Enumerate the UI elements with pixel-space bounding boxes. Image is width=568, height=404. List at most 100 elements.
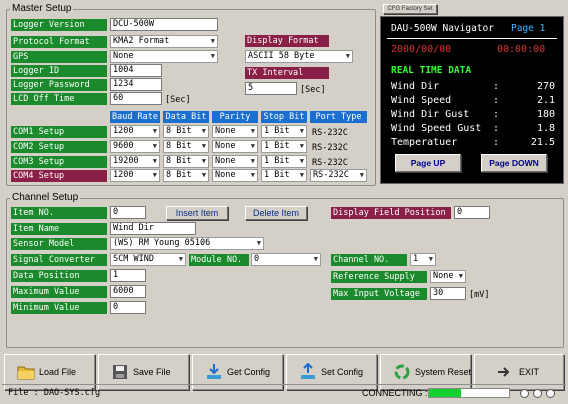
signal-converter-select[interactable]: SCM WIND ▼ (110, 253, 186, 266)
chevron-down-icon: ▼ (152, 157, 157, 165)
com2-port-type: RS-232C (312, 143, 348, 153)
delete-item-button[interactable]: Delete Item (245, 206, 307, 220)
com2-stop-bit-select[interactable]: 1 Bit ▼ (261, 140, 307, 153)
com4-parity-select[interactable]: None ▼ (212, 169, 258, 182)
chevron-down-icon: ▼ (299, 157, 304, 165)
item-no-field[interactable]: 0 (110, 206, 146, 219)
minimum-value-field[interactable]: 0 (110, 301, 146, 314)
page-down-button[interactable]: Page DOWN (481, 154, 547, 172)
com1-parity-select[interactable]: None ▼ (212, 125, 258, 138)
exit-icon (498, 367, 510, 377)
item-no-label: Item NO. (11, 207, 107, 219)
com2-data-bit-select[interactable]: 8 Bit ▼ (163, 140, 209, 153)
channel-setup-title: Channel Setup (10, 192, 81, 203)
navigator-date: 2000/00/00 (391, 44, 452, 55)
factory-set-button[interactable]: CFG Factory Set (383, 4, 437, 14)
com1-stop-bit-select[interactable]: 1 Bit ▼ (261, 125, 307, 138)
colon-sep: : (493, 81, 500, 92)
chevron-down-icon: ▼ (250, 157, 255, 165)
logger-version-field[interactable]: DCU-500W (110, 18, 218, 31)
gps-label: GPS (11, 51, 107, 63)
colon-sep: : (493, 137, 500, 148)
sensor-model-label: Sensor Model (11, 238, 107, 250)
chevron-down-icon: ▼ (152, 171, 157, 179)
chevron-down-icon: ▼ (250, 171, 255, 179)
navigator-divider (387, 38, 557, 39)
com4-baud-select[interactable]: 1200 ▼ (110, 169, 160, 182)
chevron-down-icon: ▼ (152, 127, 157, 135)
connection-progress-fill (429, 389, 461, 397)
chevron-down-icon: ▼ (256, 239, 261, 247)
com2-baud-select[interactable]: 9600 ▼ (110, 140, 160, 153)
com1-data-bit-select[interactable]: 8 Bit ▼ (163, 125, 209, 138)
logger-password-field[interactable]: 1234 (110, 78, 162, 91)
com1-baud-select[interactable]: 1200 ▼ (110, 125, 160, 138)
page-up-button[interactable]: Page UP (395, 154, 461, 172)
maximum-value-field[interactable]: 6000 (110, 285, 146, 298)
chevron-down-icon: ▼ (359, 171, 364, 179)
com1-port-type: RS-232C (312, 128, 348, 138)
chevron-down-icon: ▼ (458, 272, 463, 280)
wind-dir-name: Wind Dir (391, 81, 440, 92)
com4-stop-bit-select[interactable]: 1 Bit ▼ (261, 169, 307, 182)
chevron-down-icon: ▼ (201, 127, 206, 135)
navigator-page: Page 1 (511, 23, 546, 34)
header-baud-rate: Baud Rate (110, 111, 160, 123)
display-format-select[interactable]: ASCII 58 Byte ▼ (245, 50, 353, 63)
lcd-off-time-field[interactable]: 60 (110, 92, 162, 105)
chevron-down-icon: ▼ (299, 142, 304, 150)
save-disk-icon (113, 365, 127, 379)
com3-stop-bit-select[interactable]: 1 Bit ▼ (261, 155, 307, 168)
chevron-down-icon: ▼ (250, 127, 255, 135)
insert-item-button[interactable]: Insert Item (166, 206, 228, 220)
chevron-down-icon: ▼ (201, 171, 206, 179)
data-position-field[interactable]: 1 (110, 269, 146, 282)
navigator-time: 00:00:00 (497, 44, 546, 55)
colon-sep: : (493, 109, 500, 120)
max-input-voltage-field[interactable]: 30 (430, 287, 466, 300)
module-no-label: Module NO. (189, 254, 249, 266)
channel-no-select[interactable]: 1 ▼ (410, 253, 436, 266)
lcd-off-time-label: LCD Off Time (11, 93, 107, 105)
protocol-format-label: Protocol Format (11, 36, 107, 48)
wind-speed-gust-name: Wind Speed Gust (391, 123, 482, 134)
item-name-field[interactable]: Wind Dir (110, 222, 196, 235)
com3-parity-select[interactable]: None ▼ (212, 155, 258, 168)
navigator-title: DAU-500W Navigator (391, 23, 494, 34)
colon-sep: : (493, 95, 500, 106)
protocol-format-select[interactable]: KMA2 Format ▼ (110, 35, 218, 48)
chevron-down-icon: ▼ (201, 157, 206, 165)
gps-select[interactable]: None ▼ (110, 50, 218, 63)
com3-data-bit-select[interactable]: 8 Bit ▼ (163, 155, 209, 168)
display-field-position-field[interactable]: 0 (454, 206, 490, 219)
com2-parity-select[interactable]: None ▼ (212, 140, 258, 153)
sensor-model-select[interactable]: (WS) RM Young 05106 ▼ (110, 237, 264, 250)
tx-interval-field[interactable]: 5 (245, 82, 297, 95)
logger-id-field[interactable]: 1004 (110, 64, 162, 77)
com2-setup-label: COM2 Setup (11, 141, 107, 153)
display-field-position-label: Display Field Position (331, 207, 451, 219)
lcd-unit: [Sec] (165, 95, 191, 105)
colon-sep: : (493, 123, 500, 134)
navigator-panel: DAU-500W Navigator Page 1 2000/00/00 00:… (380, 16, 564, 184)
wind-speed-value: 2.1 (536, 95, 555, 106)
module-no-select[interactable]: 0 ▼ (251, 253, 321, 266)
channel-no-label: Channel NO. (331, 254, 407, 266)
minimum-value-label: Minimum Value (11, 302, 107, 314)
header-parity: Parity (212, 111, 258, 123)
chevron-down-icon: ▼ (201, 142, 206, 150)
max-input-voltage-label: Max Input Voltage (331, 288, 427, 300)
wind-speed-name: Wind Speed (391, 95, 452, 106)
signal-converter-label: Signal Converter (11, 254, 107, 266)
reference-supply-select[interactable]: None ▼ (430, 270, 466, 283)
com4-data-bit-select[interactable]: 8 Bit ▼ (163, 169, 209, 182)
com4-port-type-select[interactable]: RS-232C ▼ (310, 169, 367, 182)
wind-speed-gust-value: 1.8 (536, 123, 555, 134)
maximum-value-label: Maximum Value (11, 286, 107, 298)
logger-id-label: Logger ID (11, 65, 107, 77)
com3-baud-select[interactable]: 19200 ▼ (110, 155, 160, 168)
status-indicator-1 (520, 389, 529, 398)
chevron-down-icon: ▼ (178, 255, 183, 263)
status-indicator-3 (546, 389, 555, 398)
chevron-down-icon: ▼ (345, 52, 350, 60)
